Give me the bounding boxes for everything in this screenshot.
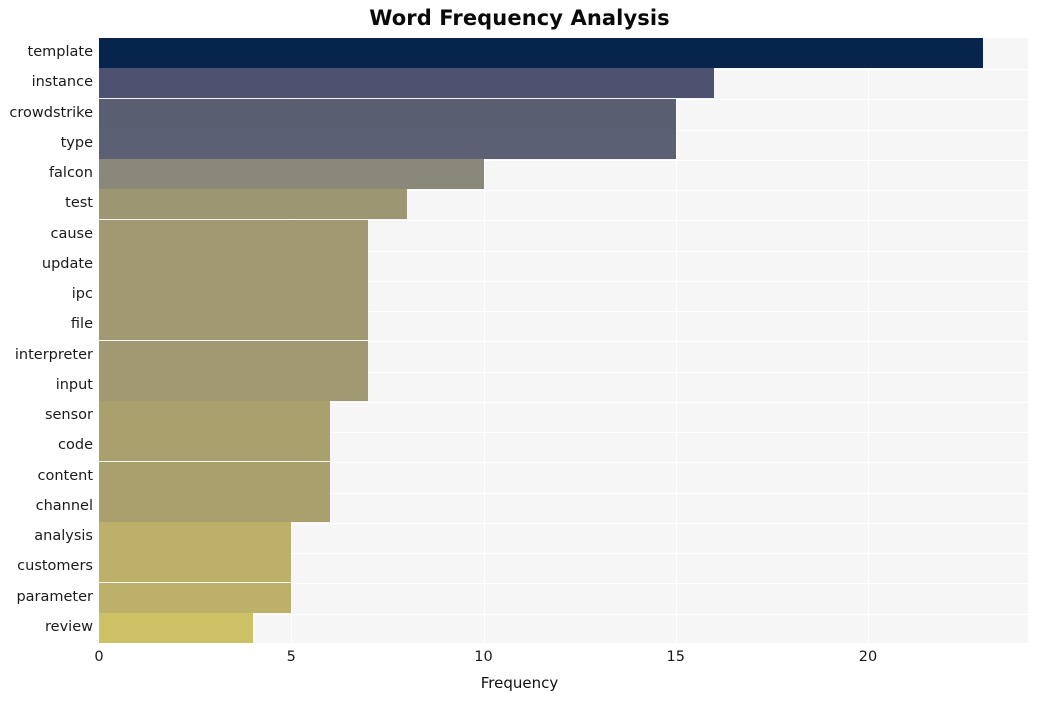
y-tick-label-falcon: falcon (48, 165, 93, 182)
x-tick-label-15: 15 (666, 649, 685, 665)
y-tick-label-template: template (27, 44, 93, 61)
y-tick-label-cause: cause (50, 225, 93, 242)
chart-title: Word Frequency Analysis (369, 6, 670, 30)
y-tick-label-file: file (70, 316, 93, 333)
y-tick-label-update: update (41, 255, 93, 272)
y-tick-label-instance: instance (31, 74, 93, 91)
y-tick-label-content: content (37, 467, 93, 484)
y-tick-label-crowdstrike: crowdstrike (9, 104, 93, 121)
gridline-horizontal (99, 643, 1028, 645)
x-axis-label: Frequency (480, 674, 559, 692)
x-tick-label-5: 5 (286, 649, 296, 665)
word-frequency-chart-figure: Word Frequency Analysis template instance… (0, 0, 1039, 701)
y-tick-label-review: review (45, 618, 93, 635)
y-tick-label-input: input (55, 376, 93, 393)
x-tick-label-20: 20 (858, 649, 878, 665)
x-tick-label-0: 0 (94, 649, 104, 665)
y-tick-label-interpreter: interpreter (14, 346, 93, 363)
y-tick-label-parameter: parameter (16, 588, 93, 605)
y-tick-label-test: test (65, 195, 93, 212)
y-tick-label-code: code (58, 437, 93, 454)
y-tick-label-channel: channel (35, 497, 93, 514)
y-tick-label-type: type (60, 134, 93, 151)
y-tick-label-sensor: sensor (44, 407, 93, 424)
y-tick-label-ipc: ipc (71, 286, 93, 303)
y-tick-label-customers: customers (17, 558, 93, 575)
x-axis-tick-labels: 0 5 10 15 20 (0, 649, 1039, 671)
y-tick-label-analysis: analysis (34, 528, 93, 545)
y-axis-tick-labels: template instance crowdstrike type falcon tes… (0, 38, 1039, 643)
x-tick-label-10: 10 (474, 649, 493, 665)
